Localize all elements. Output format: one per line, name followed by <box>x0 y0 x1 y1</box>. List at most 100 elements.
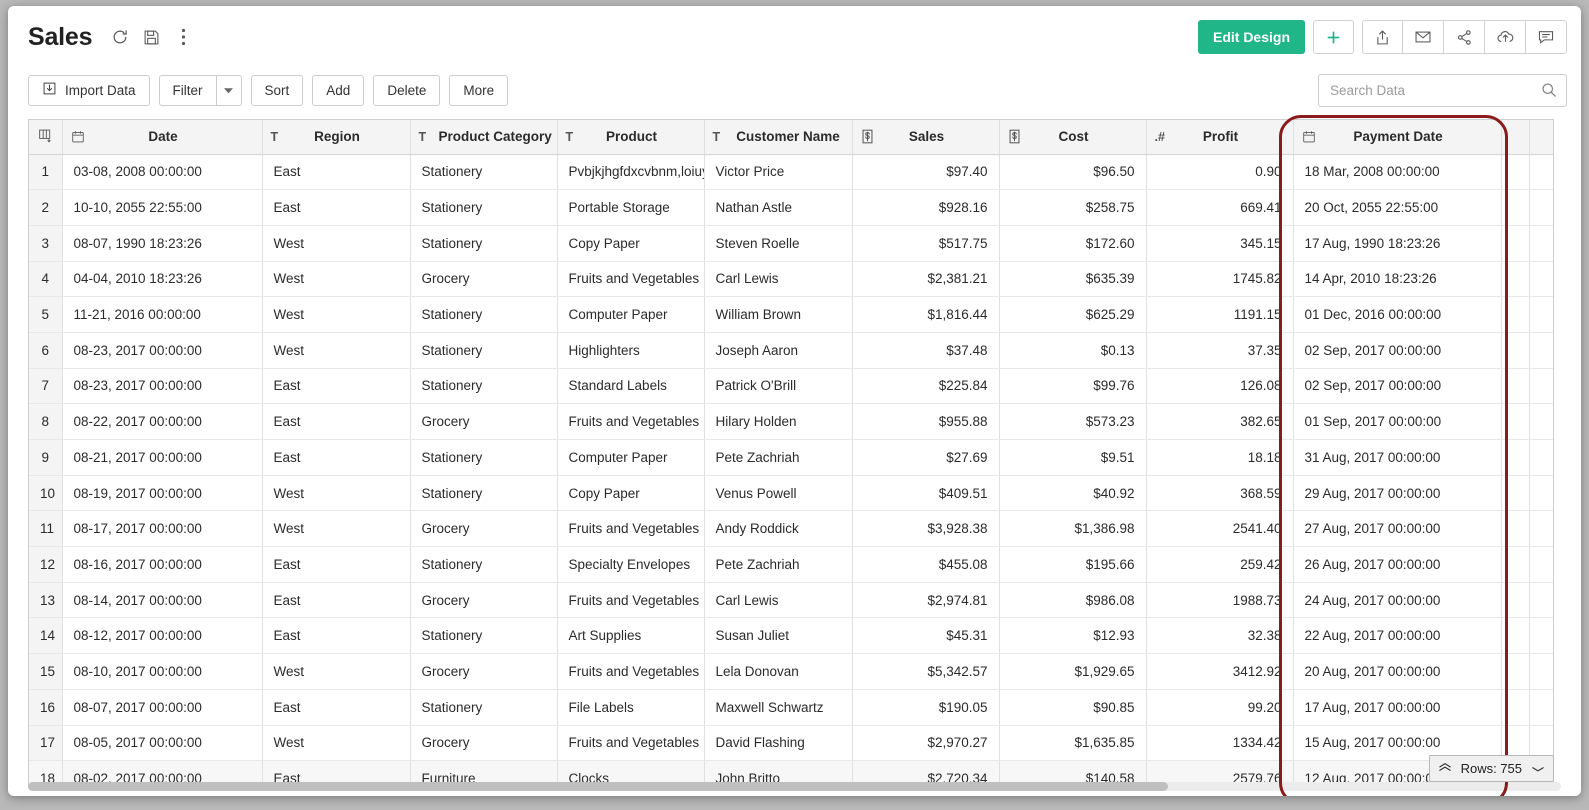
cell-category[interactable]: Grocery <box>410 261 558 298</box>
cell-profit[interactable]: 18.18 <box>1146 439 1294 476</box>
cell-product[interactable]: Copy Paper <box>557 225 705 262</box>
cell-profit[interactable]: 259.42 <box>1146 546 1294 583</box>
cell-region[interactable]: West <box>262 653 411 690</box>
search-input[interactable] <box>1318 73 1567 107</box>
cell-region[interactable]: West <box>262 475 411 512</box>
cell-profit[interactable]: 1988.73 <box>1146 582 1294 619</box>
table-row[interactable]: 12 08-16, 2017 00:00:00 East Stationery Spec… <box>29 546 1553 583</box>
cell-profit[interactable]: 1745.82 <box>1146 261 1294 298</box>
cell-product[interactable]: Fruits and Vegetables <box>557 725 705 762</box>
row-number[interactable]: 15 <box>29 653 63 690</box>
cell-payment-date[interactable]: 18 Mar, 2008 00:00:00 <box>1293 154 1502 191</box>
row-number[interactable]: 7 <box>29 368 63 405</box>
cell-cost[interactable]: $1,386.98 <box>999 510 1147 548</box>
cell-payment-date[interactable]: 20 Aug, 2017 00:00:00 <box>1293 653 1502 690</box>
table-row[interactable]: 5 11-21, 2016 00:00:00 West Stationery Compu… <box>29 296 1553 333</box>
row-number[interactable]: 5 <box>29 296 63 333</box>
status-badge[interactable]: Rows: 755 <box>1428 755 1554 782</box>
cell-region[interactable]: East <box>262 617 411 655</box>
cell-product[interactable]: File Labels <box>557 689 705 726</box>
cell-category[interactable]: Stationery <box>410 617 558 655</box>
cell-customer[interactable]: Andy Roddick <box>704 510 853 548</box>
cell-sales[interactable]: $955.88 <box>852 403 1000 440</box>
cell-empty-1[interactable] <box>1501 689 1530 726</box>
cell-region[interactable]: East <box>262 439 411 476</box>
table-row[interactable]: 11 08-17, 2017 00:00:00 West Grocery Fruits … <box>29 510 1553 548</box>
column-header-payment-date[interactable]: Payment Date <box>1293 120 1502 155</box>
cell-empty-1[interactable] <box>1501 332 1530 369</box>
cell-empty-2[interactable] <box>1529 439 1553 476</box>
row-number[interactable]: 11 <box>29 510 63 548</box>
cloud-upload-icon[interactable] <box>1485 20 1526 54</box>
table-row[interactable]: 7 08-23, 2017 00:00:00 East Stationery Stand… <box>29 368 1553 405</box>
cell-date[interactable]: 08-21, 2017 00:00:00 <box>62 439 263 476</box>
cell-empty-1[interactable] <box>1501 189 1530 226</box>
cell-category[interactable]: Stationery <box>410 296 558 333</box>
cell-empty-2[interactable] <box>1529 261 1553 298</box>
cell-empty-2[interactable] <box>1529 546 1553 583</box>
cell-cost[interactable]: $0.13 <box>999 332 1147 369</box>
column-header-customer-name[interactable]: T Customer Name <box>704 120 853 155</box>
cell-payment-date[interactable]: 27 Aug, 2017 00:00:00 <box>1293 510 1502 548</box>
cell-date[interactable]: 08-07, 2017 00:00:00 <box>62 689 263 726</box>
cell-customer[interactable]: Joseph Aaron <box>704 332 853 369</box>
cell-sales[interactable]: $45.31 <box>852 617 1000 655</box>
row-number[interactable]: 1 <box>29 154 63 191</box>
row-number[interactable]: 14 <box>29 617 63 655</box>
cell-category[interactable]: Grocery <box>410 725 558 762</box>
data-grid[interactable]: Date T Region T Product Category T Produ… <box>28 119 1554 787</box>
cell-empty-2[interactable] <box>1529 689 1553 726</box>
cell-sales[interactable]: $517.75 <box>852 225 1000 262</box>
cell-region[interactable]: East <box>262 154 411 191</box>
cell-product[interactable]: Standard Labels <box>557 368 705 405</box>
cell-product[interactable]: Fruits and Vegetables <box>557 582 705 619</box>
cell-cost[interactable]: $1,929.65 <box>999 653 1147 690</box>
more-vertical-icon[interactable] <box>174 28 193 47</box>
add-icon[interactable] <box>1313 20 1354 54</box>
row-number[interactable]: 12 <box>29 546 63 583</box>
cell-sales[interactable]: $97.40 <box>852 154 1000 191</box>
cell-profit[interactable]: 32.38 <box>1146 617 1294 655</box>
cell-sales[interactable]: $37.48 <box>852 332 1000 369</box>
cell-empty-2[interactable] <box>1529 510 1553 548</box>
row-number[interactable]: 17 <box>29 725 63 762</box>
cell-date[interactable]: 08-22, 2017 00:00:00 <box>62 403 263 440</box>
cell-category[interactable]: Stationery <box>410 332 558 369</box>
cell-product[interactable]: Fruits and Vegetables <box>557 403 705 440</box>
row-number[interactable]: 2 <box>29 189 63 226</box>
cell-product[interactable]: Computer Paper <box>557 439 705 476</box>
cell-empty-2[interactable] <box>1529 653 1553 690</box>
cell-customer[interactable]: William Brown <box>704 296 853 333</box>
row-number[interactable]: 16 <box>29 689 63 726</box>
cell-empty-2[interactable] <box>1529 332 1553 369</box>
share-icon[interactable] <box>1444 20 1485 54</box>
cell-empty-1[interactable] <box>1501 582 1530 619</box>
cell-empty-1[interactable] <box>1501 296 1530 333</box>
cell-category[interactable]: Stationery <box>410 189 558 226</box>
more-button[interactable]: More <box>449 74 509 106</box>
cell-empty-2[interactable] <box>1529 296 1553 333</box>
cell-cost[interactable]: $40.92 <box>999 475 1147 512</box>
cell-profit[interactable]: 669.41 <box>1146 189 1294 226</box>
save-icon[interactable] <box>142 28 161 47</box>
cell-customer[interactable]: Carl Lewis <box>704 582 853 619</box>
cell-sales[interactable]: $225.84 <box>852 368 1000 405</box>
cell-category[interactable]: Grocery <box>410 510 558 548</box>
cell-region[interactable]: West <box>262 725 411 762</box>
cell-product[interactable]: Copy Paper <box>557 475 705 512</box>
filter-chevron-down-icon[interactable] <box>216 74 242 106</box>
row-number[interactable]: 6 <box>29 332 63 369</box>
sort-button[interactable]: Sort <box>250 74 304 106</box>
row-number[interactable]: 3 <box>29 225 63 262</box>
column-header-select-all[interactable] <box>29 120 63 155</box>
cell-empty-2[interactable] <box>1529 368 1553 405</box>
cell-payment-date[interactable]: 22 Aug, 2017 00:00:00 <box>1293 617 1502 655</box>
cell-category[interactable]: Grocery <box>410 403 558 440</box>
cell-product[interactable]: Computer Paper <box>557 296 705 333</box>
cell-empty-1[interactable] <box>1501 439 1530 476</box>
table-row[interactable]: 4 04-04, 2010 18:23:26 West Grocery Fruits a… <box>29 261 1553 298</box>
cell-empty-1[interactable] <box>1501 261 1530 298</box>
column-header-region[interactable]: T Region <box>262 120 411 155</box>
cell-category[interactable]: Stationery <box>410 439 558 476</box>
cell-date[interactable]: 08-19, 2017 00:00:00 <box>62 475 263 512</box>
